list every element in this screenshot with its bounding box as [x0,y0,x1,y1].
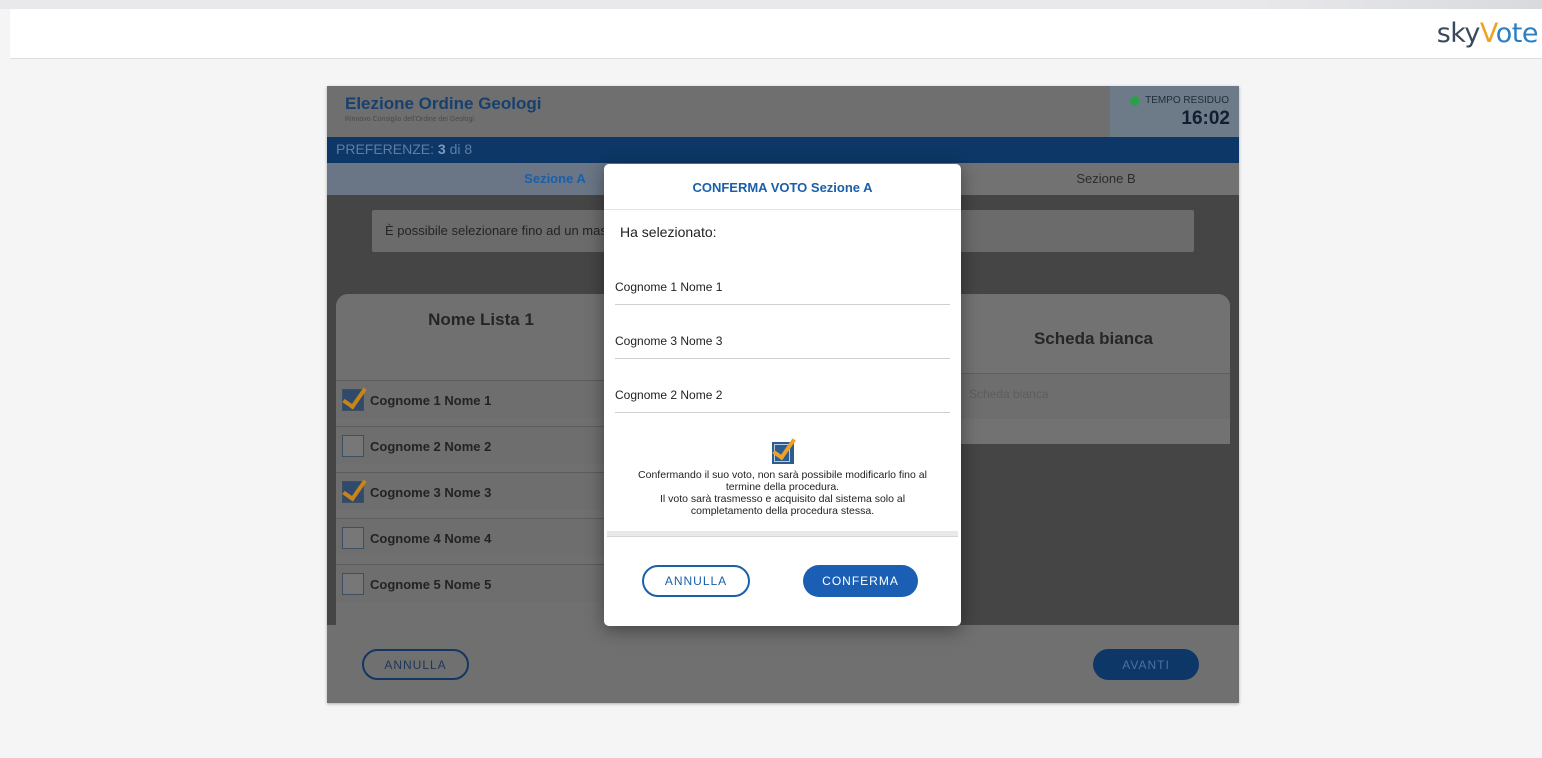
selected-candidate: Cognome 3 Nome 3 [615,329,950,359]
candidate-row[interactable]: Cognome 3 Nome 3 [336,472,626,510]
dialog-intro: Ha selezionato: [620,224,717,240]
candidate-name: Cognome 2 Nome 2 [370,439,492,454]
candidate-row[interactable]: Cognome 5 Nome 5 [336,564,626,602]
scheda-bianca-option[interactable]: Scheda bianca [927,373,1230,419]
candidate-row[interactable]: Cognome 1 Nome 1 [336,380,626,418]
top-strip [0,0,1542,9]
election-subtitle: Rinnovo Consiglio dell'Ordine dei Geolog… [345,116,474,123]
dialog-divider [607,531,958,537]
confirm-vote-dialog: CONFERMA VOTO Sezione A Ha selezionato: … [604,164,961,626]
selected-candidate: Cognome 1 Nome 1 [615,275,950,305]
checkbox-checked-icon[interactable] [342,481,364,503]
selected-candidate: Cognome 2 Nome 2 [615,383,950,413]
cancel-button[interactable]: ANNULLA [362,649,469,680]
timer-value: 16:02 [1181,108,1230,129]
scheda-title: Scheda bianca [1033,329,1153,348]
status-dot-icon [1130,96,1140,106]
candidate-name: Cognome 5 Nome 5 [370,577,492,592]
dialog-header: CONFERMA VOTO Sezione A [604,164,961,210]
vote-check-icon [772,442,794,464]
dialog-warning: Confermando il suo voto, non sarà possib… [638,469,927,517]
dialog-title: CONFERMA VOTO Sezione A [692,180,873,195]
checkbox-icon[interactable] [342,435,364,457]
app-header: skyVote [10,9,1542,59]
candidate-row[interactable]: Cognome 2 Nome 2 [336,426,626,464]
ballot-footer: ANNULLA AVANTI [327,625,1239,703]
list-card: Nome Lista 1 Cognome 1 Nome 1 Cognome 2 … [336,294,626,634]
dialog-confirm-button[interactable]: CONFERMA [803,565,918,597]
dialog-cancel-button[interactable]: ANNULLA [642,565,750,597]
next-button[interactable]: AVANTI [1093,649,1199,680]
preferences-counter: PREFERENZE: 3 di 8 [336,141,473,157]
checkbox-icon[interactable] [342,573,364,595]
list-title: Nome Lista 1 [428,310,534,329]
scheda-bianca-card: Scheda bianca Scheda bianca [927,294,1230,444]
timer-panel: TEMPO RESIDUO 16:02 [1110,86,1239,137]
ballot-header: Elezione Ordine Geologi Rinnovo Consigli… [327,86,1239,137]
checkbox-checked-icon[interactable] [342,389,364,411]
election-title: Elezione Ordine Geologi [345,94,542,113]
timer-label: TEMPO RESIDUO [1145,95,1229,106]
checkbox-icon[interactable] [342,527,364,549]
preferences-bar: PREFERENZE: 3 di 8 [327,137,1239,163]
candidate-name: Cognome 1 Nome 1 [370,393,492,408]
skyvote-logo: skyVote [1436,18,1539,49]
candidate-name: Cognome 3 Nome 3 [370,485,492,500]
candidate-name: Cognome 4 Nome 4 [370,531,492,546]
candidate-row[interactable]: Cognome 4 Nome 4 [336,518,626,556]
